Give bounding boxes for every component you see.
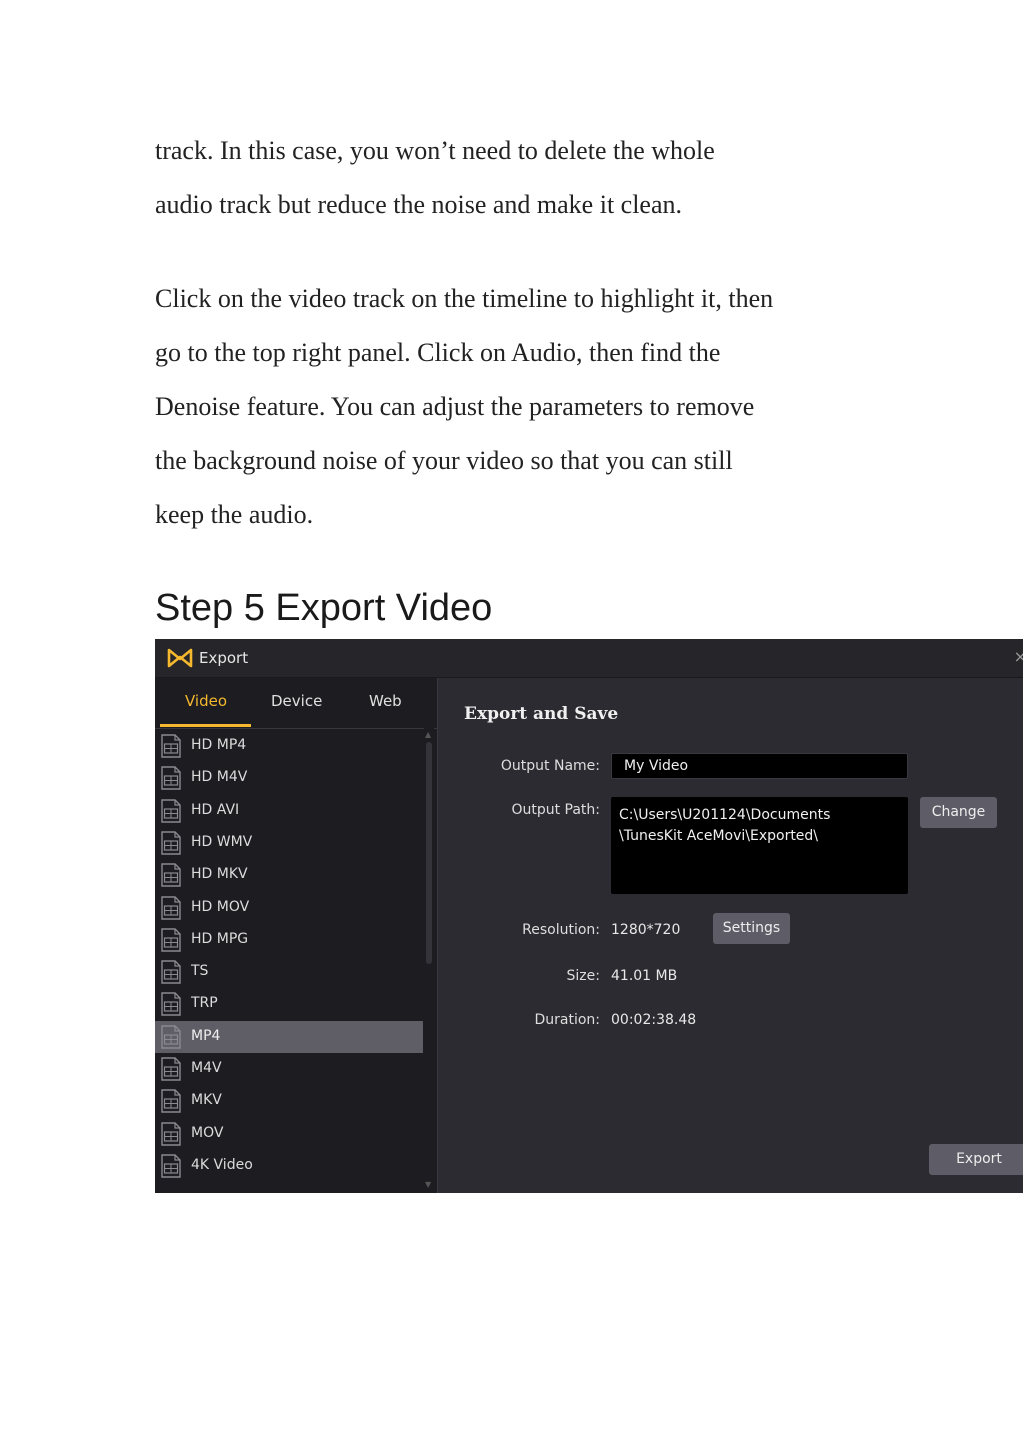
paragraph-line: keep the audio. xyxy=(155,500,314,529)
format-label: HD AVI xyxy=(191,801,240,818)
format-item[interactable]: 4K Video xyxy=(155,1150,423,1182)
format-label: HD MP4 xyxy=(191,737,247,753)
video-file-icon xyxy=(160,1089,182,1113)
dialog-titlebar: Export × xyxy=(155,639,1023,678)
format-label: HD MOV xyxy=(191,898,250,915)
output-name-label: Output Name: xyxy=(500,758,600,774)
video-file-icon xyxy=(160,960,182,984)
format-item[interactable]: HD MPG xyxy=(155,924,423,956)
video-file-icon xyxy=(160,831,182,855)
video-file-icon xyxy=(160,895,182,920)
paragraph-line: Denoise feature. You can adjust the para… xyxy=(155,392,755,421)
scroll-thumb[interactable] xyxy=(426,742,432,964)
video-file-icon xyxy=(160,1024,182,1049)
video-file-icon xyxy=(160,1154,182,1178)
section-title: Export and Save xyxy=(464,704,619,724)
format-list: HD MP4 HD M4V HD AVI HD WMV HD MKV HD MOV HD M… xyxy=(155,728,423,1193)
resolution-value: 1280*720 xyxy=(611,922,681,938)
format-item[interactable]: TRP xyxy=(155,988,423,1020)
output-path-field[interactable]: C:\Users\U201124\Documents \TunesKit Ace… xyxy=(611,797,908,894)
format-label: MP4 xyxy=(191,1027,221,1044)
output-name-field[interactable] xyxy=(611,753,908,779)
video-file-icon xyxy=(160,734,182,758)
format-tabs: Video Device Web xyxy=(155,678,437,729)
format-item[interactable]: MOV xyxy=(155,1118,423,1150)
format-panel: Video Device Web HD MP4 HD M4V HD AVI HD WM… xyxy=(155,678,438,1193)
paragraph-line: audio track but reduce the noise and mak… xyxy=(155,190,683,219)
paragraph-line: track. In this case, you won’t need to d… xyxy=(155,136,715,165)
tab-web[interactable]: Web xyxy=(369,692,402,710)
video-file-icon xyxy=(160,928,182,952)
format-item[interactable]: HD M4V xyxy=(155,762,423,794)
format-list-scrollbar[interactable]: ▲ ▼ xyxy=(424,728,434,1192)
format-item[interactable]: MKV xyxy=(155,1085,423,1117)
format-item[interactable]: HD WMV xyxy=(155,827,423,859)
format-label: M4V xyxy=(191,1060,222,1076)
settings-button[interactable]: Settings xyxy=(713,913,790,944)
video-file-icon xyxy=(160,1121,182,1146)
format-label: HD M4V xyxy=(191,769,248,786)
video-file-icon xyxy=(160,798,182,823)
format-label: TS xyxy=(191,963,209,980)
video-file-icon xyxy=(160,766,182,790)
export-button[interactable]: Export xyxy=(929,1144,1023,1175)
duration-label: Duration: xyxy=(534,1012,600,1028)
format-label: MKV xyxy=(191,1092,222,1109)
section-heading: Step 5 Export Video xyxy=(155,587,493,629)
output-path-line: C:\Users\U201124\Documents xyxy=(619,807,831,823)
tab-device[interactable]: Device xyxy=(271,692,322,710)
output-path-label: Output Path: xyxy=(511,802,600,818)
close-icon[interactable]: × xyxy=(1014,647,1023,666)
change-path-button[interactable]: Change xyxy=(920,797,997,828)
format-label: MOV xyxy=(191,1124,224,1141)
paragraph-2: Click on the video track on the timeline… xyxy=(155,272,895,542)
tab-video[interactable]: Video xyxy=(185,692,227,710)
format-label: HD MPG xyxy=(191,930,249,947)
format-label: 4K Video xyxy=(191,1156,253,1173)
app-logo-icon xyxy=(167,648,193,668)
output-path-line: \TunesKit AceMovi\Exported\ xyxy=(619,828,819,844)
dialog-title: Export xyxy=(199,649,249,667)
video-file-icon xyxy=(160,863,182,887)
export-dialog-screenshot: Export × Video Device Web HD MP4 HD M4V HD… xyxy=(155,639,1023,1193)
size-label: Size: xyxy=(566,968,600,984)
format-item[interactable]: HD MP4 xyxy=(155,730,423,762)
export-settings-panel: Export and Save Output Name: Output Path… xyxy=(438,678,1023,1193)
format-item[interactable]: HD AVI xyxy=(155,795,423,827)
paragraph-line: go to the top right panel. Click on Audi… xyxy=(155,338,721,367)
active-tab-indicator xyxy=(160,724,251,727)
paragraph-1: track. In this case, you won’t need to d… xyxy=(155,124,895,232)
video-file-icon xyxy=(160,1057,182,1081)
format-item[interactable]: M4V xyxy=(155,1053,423,1085)
format-item[interactable]: MP4 xyxy=(155,1020,423,1053)
format-label: HD WMV xyxy=(191,833,253,850)
format-item[interactable]: HD MKV xyxy=(155,859,423,891)
paragraph-line: Click on the video track on the timeline… xyxy=(155,284,774,313)
resolution-label: Resolution: xyxy=(522,922,600,938)
paragraph-line: the background noise of your video so th… xyxy=(155,446,733,475)
scroll-down-icon[interactable]: ▼ xyxy=(425,1180,431,1190)
scroll-up-icon[interactable]: ▲ xyxy=(425,730,431,740)
format-item[interactable]: TS xyxy=(155,956,423,988)
duration-value: 00:02:38.48 xyxy=(611,1012,697,1028)
format-label: TRP xyxy=(191,995,218,1012)
format-item[interactable]: HD MOV xyxy=(155,892,423,924)
format-label: HD MKV xyxy=(191,866,248,883)
size-value: 41.01 MB xyxy=(611,968,678,984)
video-file-icon xyxy=(160,992,182,1017)
